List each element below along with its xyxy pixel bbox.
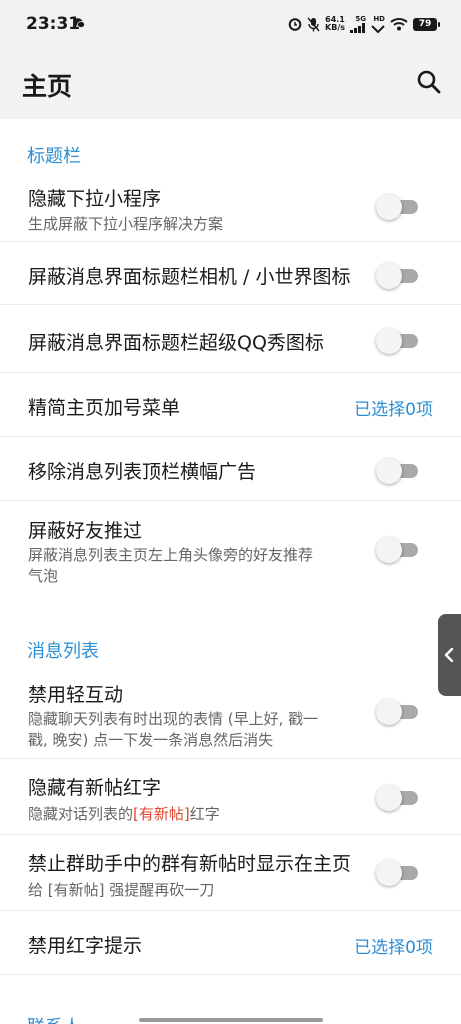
network-tag-2: HD xyxy=(371,14,385,33)
setting-title: 屏蔽消息界面标题栏相机 / 小世界图标 xyxy=(28,266,351,288)
setting-subtitle-pre: 隐藏对话列表的 xyxy=(28,805,134,823)
toggle-switch[interactable] xyxy=(376,537,418,563)
section-header-titlebar: 标题栏 xyxy=(27,146,81,167)
section-header-message-list: 消息列表 xyxy=(27,641,99,662)
page-title: 主页 xyxy=(22,72,73,101)
toggle-switch[interactable] xyxy=(376,699,418,725)
alarm-icon xyxy=(288,18,302,31)
status-bar: 23:31 64.1 KB/s 5G HD 79 xyxy=(0,0,461,50)
home-indicator[interactable] xyxy=(139,1018,323,1022)
setting-title: 屏蔽消息界面标题栏超级QQ秀图标 xyxy=(28,332,324,354)
toggle-knob xyxy=(376,537,402,563)
section-header-contacts: 联系人 xyxy=(27,1013,81,1024)
toggle-knob xyxy=(376,194,402,220)
toggle-switch[interactable] xyxy=(376,328,418,354)
toggle-switch[interactable] xyxy=(376,263,418,289)
setting-subtitle-line2: 气泡 xyxy=(28,567,59,585)
network-tag: 5G xyxy=(350,14,366,33)
setting-title: 移除消息列表顶栏横幅广告 xyxy=(28,461,257,483)
setting-title: 禁止群助手中的群有新帖时显示在主页 xyxy=(28,853,352,875)
setting-title: 屏蔽好友推过 xyxy=(28,520,143,542)
chevron-left-icon xyxy=(444,648,454,662)
wifi-icon xyxy=(390,18,408,31)
wechat-icon xyxy=(73,18,85,28)
signal-icon xyxy=(350,22,365,33)
setting-subtitle-line1: 屏蔽消息列表主页左上角头像旁的好友推荐 xyxy=(28,546,314,564)
setting-row-hide-camera-icon[interactable]: 屏蔽消息界面标题栏相机 / 小世界图标 xyxy=(0,242,461,305)
toggle-switch[interactable] xyxy=(376,785,418,811)
net-speed: 64.1 KB/s xyxy=(325,16,345,32)
setting-row-hide-qq-show-icon[interactable]: 屏蔽消息界面标题栏超级QQ秀图标 xyxy=(0,305,461,373)
setting-row-remove-banner-ad[interactable]: 移除消息列表顶栏横幅广告 xyxy=(0,437,461,501)
setting-subtitle: 给 [有新帖] 强提醒再砍一刀 xyxy=(28,881,215,899)
net-speed-unit: KB/s xyxy=(325,23,345,32)
setting-row-group-helper-new-post[interactable]: 禁止群助手中的群有新帖时显示在主页 给 [有新帖] 强提醒再砍一刀 xyxy=(0,835,461,911)
search-icon[interactable] xyxy=(415,68,443,96)
battery-icon: 79 xyxy=(413,17,440,31)
setting-row-simplify-plus-menu[interactable]: 精简主页加号菜单 已选择0项 xyxy=(0,373,461,437)
setting-subtitle: 隐藏聊天列表有时出现的表情 (早上好, 戳一 戳, 晚安) 点一下发一条消息然后… xyxy=(28,709,318,751)
settings-list: 标题栏 隐藏下拉小程序 生成屏蔽下拉小程序解决方案 屏蔽消息界面标题栏相机 / … xyxy=(0,119,461,1024)
status-time: 23:31 xyxy=(26,14,81,34)
toggle-knob xyxy=(376,860,402,886)
setting-subtitle-line2: 戳, 晚安) 点一下发一条消息然后消失 xyxy=(28,731,274,749)
setting-subtitle: 生成屏蔽下拉小程序解决方案 xyxy=(28,215,224,233)
setting-row-hide-new-post-red[interactable]: 隐藏有新帖红字 隐藏对话列表的[有新帖]红字 xyxy=(0,759,461,835)
setting-title: 隐藏有新帖红字 xyxy=(28,777,162,799)
setting-row-disable-light-interaction[interactable]: 禁用轻互动 隐藏聊天列表有时出现的表情 (早上好, 戳一 戳, 晚安) 点一下发… xyxy=(0,671,461,759)
setting-value: 已选择0项 xyxy=(354,400,433,420)
toggle-knob xyxy=(376,263,402,289)
signal-2-icon xyxy=(371,24,385,33)
toggle-knob xyxy=(376,458,402,484)
app-bar: 主页 xyxy=(0,50,461,119)
setting-title: 精简主页加号菜单 xyxy=(28,397,181,419)
toggle-knob xyxy=(376,785,402,811)
setting-title: 隐藏下拉小程序 xyxy=(28,188,162,210)
battery-level: 79 xyxy=(418,19,432,29)
setting-subtitle-line1: 隐藏聊天列表有时出现的表情 (早上好, 戳一 xyxy=(28,710,319,728)
toggle-switch[interactable] xyxy=(376,458,418,484)
toggle-knob xyxy=(376,699,402,725)
setting-row-hide-pulldown[interactable]: 隐藏下拉小程序 生成屏蔽下拉小程序解决方案 xyxy=(0,173,461,242)
toggle-switch[interactable] xyxy=(376,860,418,886)
setting-title: 禁用轻互动 xyxy=(28,684,124,706)
status-icons: 64.1 KB/s 5G HD 79 xyxy=(288,12,440,36)
toggle-switch[interactable] xyxy=(376,194,418,220)
setting-row-block-friend-recommend[interactable]: 屏蔽好友推过 屏蔽消息列表主页左上角头像旁的好友推荐 气泡 xyxy=(0,501,461,597)
setting-subtitle: 屏蔽消息列表主页左上角头像旁的好友推荐 气泡 xyxy=(28,545,313,587)
network-tag-top: 5G xyxy=(355,14,366,23)
setting-value: 已选择0项 xyxy=(354,938,433,958)
mute-icon xyxy=(307,17,320,31)
side-drawer-tab[interactable] xyxy=(438,614,461,696)
setting-subtitle: 隐藏对话列表的[有新帖]红字 xyxy=(28,804,220,825)
setting-row-disable-red-badge[interactable]: 禁用红字提示 已选择0项 xyxy=(0,911,461,975)
network-tag-bottom: HD xyxy=(373,14,385,23)
setting-subtitle-post: 红字 xyxy=(189,805,220,823)
toggle-knob xyxy=(376,328,402,354)
setting-title: 禁用红字提示 xyxy=(28,935,143,957)
setting-subtitle-highlight: [有新帖] xyxy=(133,805,190,823)
